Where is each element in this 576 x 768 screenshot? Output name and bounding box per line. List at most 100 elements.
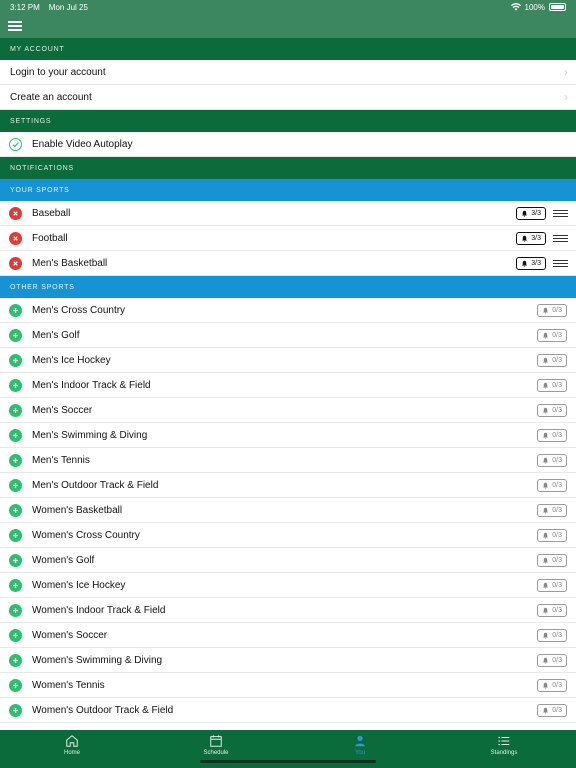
notification-badge[interactable]: 0/3	[537, 403, 567, 417]
add-circle-icon[interactable]	[9, 628, 22, 642]
sport-name: Men's Indoor Track & Field	[32, 379, 151, 391]
notification-badge[interactable]: 0/3	[537, 653, 567, 667]
sport-name: Men's Golf	[32, 329, 80, 341]
notification-count: 0/3	[552, 406, 562, 414]
add-circle-icon[interactable]	[9, 428, 22, 442]
login-label: Login to your account	[10, 66, 106, 78]
notification-badge[interactable]: 0/3	[537, 453, 567, 467]
reorder-handle-icon[interactable]	[553, 258, 568, 269]
autoplay-row[interactable]: Enable Video Autoplay	[0, 132, 576, 157]
add-circle-icon[interactable]	[9, 378, 22, 392]
bell-icon	[542, 532, 549, 539]
battery-percent: 100%	[524, 2, 545, 12]
notification-count: 0/3	[552, 556, 562, 564]
remove-circle-icon[interactable]	[9, 256, 22, 270]
notification-badge[interactable]: 0/3	[537, 678, 567, 692]
notification-badge[interactable]: 0/3	[537, 353, 567, 367]
notification-badge[interactable]: 0/3	[537, 478, 567, 492]
sport-row[interactable]: Men's Outdoor Track & Field 0/3	[0, 473, 576, 498]
sport-name: Football	[32, 232, 68, 244]
sport-row[interactable]: Men's Swimming & Diving 0/3	[0, 423, 576, 448]
notification-count: 0/3	[552, 481, 562, 489]
remove-circle-icon[interactable]	[9, 206, 22, 220]
add-circle-icon[interactable]	[9, 353, 22, 367]
tab-standings-label: Standings	[490, 750, 518, 756]
notification-badge[interactable]: 3/3	[516, 206, 546, 220]
notification-badge[interactable]: 3/3	[516, 256, 546, 270]
tab-home[interactable]: Home	[0, 730, 144, 768]
sport-row[interactable]: Women's Soccer 0/3	[0, 623, 576, 648]
bell-icon	[542, 332, 549, 339]
sport-row[interactable]: Women's Outdoor Track & Field 0/3	[0, 698, 576, 723]
notification-badge[interactable]: 0/3	[537, 378, 567, 392]
notification-badge[interactable]: 0/3	[537, 578, 567, 592]
notification-badge[interactable]: 0/3	[537, 428, 567, 442]
sport-row[interactable]: Women's Tennis 0/3	[0, 673, 576, 698]
hamburger-menu-icon[interactable]	[8, 21, 22, 31]
sport-name: Women's Tennis	[32, 679, 105, 691]
sport-row[interactable]: Women's Basketball 0/3	[0, 498, 576, 523]
add-circle-icon[interactable]	[9, 603, 22, 617]
add-circle-icon[interactable]	[9, 528, 22, 542]
notification-count: 0/3	[552, 356, 562, 364]
add-circle-icon[interactable]	[9, 478, 22, 492]
sport-name: Men's Soccer	[32, 404, 93, 416]
notification-badge[interactable]: 0/3	[537, 703, 567, 717]
sport-row[interactable]: Women's Ice Hockey 0/3	[0, 573, 576, 598]
notification-count: 0/3	[552, 381, 562, 389]
add-circle-icon[interactable]	[9, 653, 22, 667]
reorder-handle-icon[interactable]	[553, 208, 568, 219]
sport-row[interactable]: Women's Indoor Track & Field 0/3	[0, 598, 576, 623]
notification-badge[interactable]: 0/3	[537, 503, 567, 517]
remove-circle-icon[interactable]	[9, 231, 22, 245]
notification-count: 0/3	[552, 706, 562, 714]
sport-row[interactable]: Men's Golf 0/3	[0, 323, 576, 348]
notification-badge[interactable]: 0/3	[537, 328, 567, 342]
sport-row[interactable]: Football 3/3	[0, 226, 576, 251]
notification-count: 0/3	[552, 506, 562, 514]
login-row[interactable]: Login to your account ›	[0, 60, 576, 85]
notification-badge[interactable]: 3/3	[516, 231, 546, 245]
sport-row[interactable]: Women's Swimming & Diving 0/3	[0, 648, 576, 673]
sport-row[interactable]: Men's Basketball 3/3	[0, 251, 576, 276]
sport-row[interactable]: Women's Golf 0/3	[0, 548, 576, 573]
checkmark-icon[interactable]	[9, 137, 22, 151]
notification-badge[interactable]: 0/3	[537, 603, 567, 617]
bell-icon	[542, 457, 549, 464]
add-circle-icon[interactable]	[9, 328, 22, 342]
add-circle-icon[interactable]	[9, 503, 22, 517]
section-header-settings: SETTINGS	[0, 110, 576, 132]
reorder-handle-icon[interactable]	[553, 233, 568, 244]
section-header-other-sports: OTHER SPORTS	[0, 276, 576, 298]
sport-row[interactable]: Men's Tennis 0/3	[0, 448, 576, 473]
sport-row[interactable]: Men's Indoor Track & Field 0/3	[0, 373, 576, 398]
sport-row[interactable]: Baseball 3/3	[0, 201, 576, 226]
sport-row[interactable]: Men's Ice Hockey 0/3	[0, 348, 576, 373]
add-circle-icon[interactable]	[9, 453, 22, 467]
wifi-icon	[510, 3, 521, 11]
home-indicator	[200, 760, 376, 763]
sport-row[interactable]: Men's Soccer 0/3	[0, 398, 576, 423]
tab-standings[interactable]: Standings	[432, 730, 576, 768]
list-icon	[498, 736, 510, 746]
add-circle-icon[interactable]	[9, 678, 22, 692]
sport-name: Women's Golf	[32, 554, 95, 566]
settings-list[interactable]: MY ACCOUNT Login to your account › Creat…	[0, 38, 576, 730]
sport-row[interactable]: Women's Cross Country 0/3	[0, 523, 576, 548]
bell-icon	[521, 260, 528, 267]
notification-badge[interactable]: 0/3	[537, 528, 567, 542]
bell-icon	[542, 582, 549, 589]
notification-badge[interactable]: 0/3	[537, 628, 567, 642]
notification-badge[interactable]: 0/3	[537, 553, 567, 567]
tab-home-label: Home	[63, 750, 80, 756]
add-circle-icon[interactable]	[9, 403, 22, 417]
add-circle-icon[interactable]	[9, 703, 22, 717]
create-account-row[interactable]: Create an account ›	[0, 85, 576, 110]
sport-row[interactable]: Men's Cross Country 0/3	[0, 298, 576, 323]
add-circle-icon[interactable]	[9, 303, 22, 317]
notification-badge[interactable]: 0/3	[537, 303, 567, 317]
notification-count: 0/3	[552, 631, 562, 639]
sport-name: Men's Tennis	[32, 454, 90, 466]
add-circle-icon[interactable]	[9, 578, 22, 592]
add-circle-icon[interactable]	[9, 553, 22, 567]
